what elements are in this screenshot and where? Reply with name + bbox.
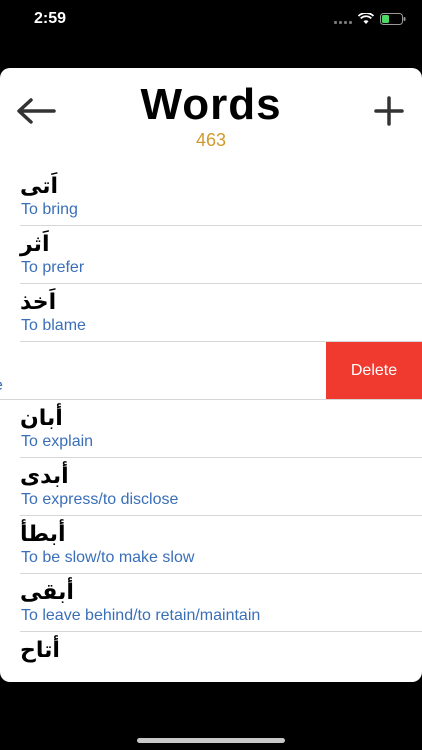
word-english: To bring [21, 201, 78, 218]
signal-icon [334, 14, 352, 24]
word-english: To prefer [21, 259, 85, 276]
list-item[interactable]: أبطأ To be slow/to make slow [0, 516, 422, 574]
word-arabic: أبقى [20, 580, 74, 605]
battery-icon [380, 13, 406, 25]
word-english: To leave behind/to retain/maintain [21, 607, 261, 624]
wifi-icon [358, 13, 374, 25]
word-english: To be slow/to make slow [21, 549, 195, 566]
word-english: To blame [21, 317, 86, 334]
word-english: To explain [21, 433, 94, 450]
word-count: 463 [195, 130, 227, 150]
word-arabic: أبدى [20, 464, 69, 489]
word-list: اَتى To bring اَثر To prefer اَخذ To bla… [0, 168, 422, 682]
list-item[interactable]: اَخذ To blame [0, 284, 422, 342]
list-item[interactable]: أبدى To express/to disclose [0, 458, 422, 516]
list-item[interactable]: اَثر To prefer [0, 226, 422, 284]
header: Words 463 [0, 68, 422, 160]
word-arabic: أبان [20, 406, 63, 431]
word-arabic: اَثر [20, 232, 50, 257]
status-time: 2:59 [34, 10, 67, 27]
word-arabic: اَخذ [20, 290, 57, 315]
word-arabic: أبطأ [20, 522, 66, 547]
add-word-button[interactable] [372, 94, 406, 128]
words-card: Words 463 اَتى To bring اَثر To prefer ا… [0, 68, 422, 682]
word-english: e [0, 377, 3, 395]
status-icons [334, 13, 406, 25]
delete-button[interactable]: Delete [326, 342, 422, 399]
list-item[interactable]: أبان To explain [0, 400, 422, 458]
plus-icon [374, 96, 404, 126]
list-item-swiped[interactable]: e Delete [0, 342, 422, 400]
word-arabic: أتاح [20, 638, 60, 663]
word-english: To express/to disclose [21, 491, 179, 508]
list-item[interactable]: أبقى To leave behind/to retain/maintain [0, 574, 422, 632]
status-bar: 2:59 [0, 0, 422, 40]
page-title: Words [140, 80, 282, 129]
list-item[interactable]: اَتى To bring [0, 168, 422, 226]
home-indicator[interactable] [137, 738, 285, 743]
word-arabic: اَتى [20, 174, 59, 199]
list-item[interactable]: أتاح [0, 632, 422, 682]
